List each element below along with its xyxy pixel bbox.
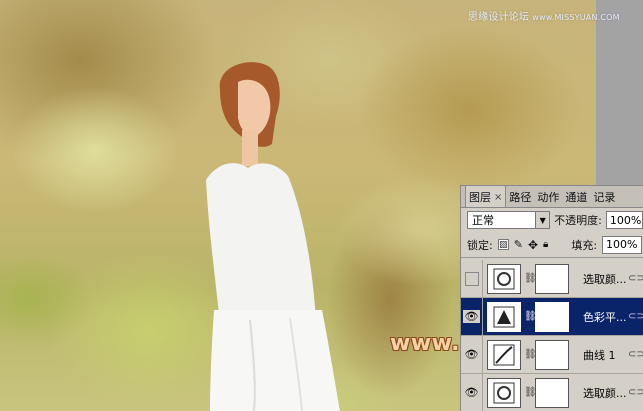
tab-history[interactable]: 记录 bbox=[590, 186, 618, 207]
adjustment-link-icon: ⊂⊃ bbox=[628, 273, 643, 284]
selective-color-icon bbox=[487, 377, 521, 408]
eye-icon: 👁︎ bbox=[462, 310, 481, 323]
mask-thumbnail[interactable] bbox=[535, 339, 569, 370]
watermark-top: 思缘设计论坛 www.MISSYUAN.COM bbox=[468, 8, 620, 23]
tab-label: 图层 bbox=[469, 191, 491, 204]
selective-color-icon bbox=[487, 263, 521, 294]
link-icon: ⛓ bbox=[524, 349, 537, 360]
adjustment-link-icon: ⊂⊃ bbox=[628, 349, 643, 360]
tab-actions[interactable]: 动作 bbox=[534, 186, 562, 207]
lock-all-icon[interactable]: 🔒︎ bbox=[543, 239, 548, 250]
layer-row[interactable]: 👁︎ ⛓ 色彩平... ⊂⊃ bbox=[461, 297, 643, 336]
woman-figure bbox=[206, 62, 340, 411]
panel-tabs: 图层 × 路径 动作 通道 记录 bbox=[461, 185, 643, 208]
layer-row[interactable]: 👁︎ ⛓ 曲线 1 ⊂⊃ bbox=[461, 335, 643, 374]
tab-channels[interactable]: 通道 bbox=[562, 186, 590, 207]
mask-thumbnail[interactable] bbox=[535, 377, 569, 408]
eye-icon: 👁︎ bbox=[464, 386, 479, 399]
visibility-toggle[interactable]: 👁︎ bbox=[461, 335, 483, 374]
layer-name: 选取颜... bbox=[583, 386, 627, 400]
lock-position-icon[interactable]: ✥ bbox=[528, 238, 538, 252]
lock-label: 锁定: bbox=[467, 238, 493, 252]
lock-paint-icon[interactable]: ✎ bbox=[514, 238, 523, 251]
curves-icon bbox=[487, 339, 521, 370]
layer-thumbnails: ⛓ bbox=[483, 301, 579, 332]
chevron-down-icon: ▼ bbox=[535, 212, 550, 228]
blend-mode-select[interactable]: 正常 ▼ bbox=[467, 211, 551, 229]
fill-label: 填充: bbox=[571, 238, 598, 252]
opacity-label: 不透明度: bbox=[554, 214, 602, 227]
link-icon: ⛓ bbox=[524, 311, 537, 322]
opacity-field[interactable]: 100% bbox=[605, 211, 643, 229]
watermark-url: www.MISSYUAN.COM bbox=[532, 13, 620, 22]
blend-mode-value: 正常 bbox=[472, 214, 494, 227]
blend-row: 正常 ▼ 不透明度: 100% bbox=[461, 208, 643, 232]
layer-thumbnails: ⛓ bbox=[483, 263, 579, 294]
hidden-box-icon bbox=[464, 271, 479, 286]
eye-icon: 👁︎ bbox=[464, 348, 479, 361]
lock-transparent-icon[interactable]: ▨ bbox=[497, 239, 509, 250]
visibility-toggle[interactable]: 👁︎ bbox=[461, 373, 483, 411]
layer-thumbnails: ⛓ bbox=[483, 377, 579, 408]
layers-panel: 图层 × 路径 动作 通道 记录 正常 ▼ 不透明度: 100% 锁定: ▨ ✎… bbox=[460, 185, 643, 411]
layer-row[interactable]: 👁︎ ⛓ 选取颜... ⊂⊃ bbox=[461, 373, 643, 411]
visibility-toggle[interactable]: 👁︎ bbox=[461, 297, 483, 336]
close-icon[interactable]: × bbox=[494, 192, 502, 203]
canvas-background bbox=[596, 0, 643, 185]
layer-name: 曲线 1 bbox=[583, 348, 616, 362]
watermark-text: 思缘设计论坛 bbox=[468, 12, 530, 23]
visibility-toggle[interactable] bbox=[461, 259, 483, 298]
link-icon: ⛓ bbox=[524, 273, 537, 284]
layer-name: 色彩平... bbox=[583, 310, 627, 324]
layers-list: ⛓ 选取颜... ⊂⊃ 👁︎ ⛓ 色彩平... ⊂⊃ 👁︎ ⛓ 曲线 1 ⊂⊃ … bbox=[461, 259, 643, 411]
color-balance-icon bbox=[487, 301, 521, 332]
tab-layers[interactable]: 图层 × bbox=[465, 185, 507, 207]
adjustment-link-icon: ⊂⊃ bbox=[628, 311, 643, 322]
layer-name: 选取颜... bbox=[583, 272, 627, 286]
mask-thumbnail[interactable] bbox=[535, 301, 569, 332]
layer-row[interactable]: ⛓ 选取颜... ⊂⊃ bbox=[461, 259, 643, 298]
lock-row: 锁定: ▨ ✎ ✥ 🔒︎ 填充: 100% bbox=[461, 232, 643, 258]
adjustment-link-icon: ⊂⊃ bbox=[628, 387, 643, 398]
link-icon: ⛓ bbox=[524, 387, 537, 398]
fill-field[interactable]: 100% bbox=[602, 235, 643, 254]
mask-thumbnail[interactable] bbox=[535, 263, 569, 294]
tab-paths[interactable]: 路径 bbox=[506, 186, 534, 207]
layer-thumbnails: ⛓ bbox=[483, 339, 579, 370]
